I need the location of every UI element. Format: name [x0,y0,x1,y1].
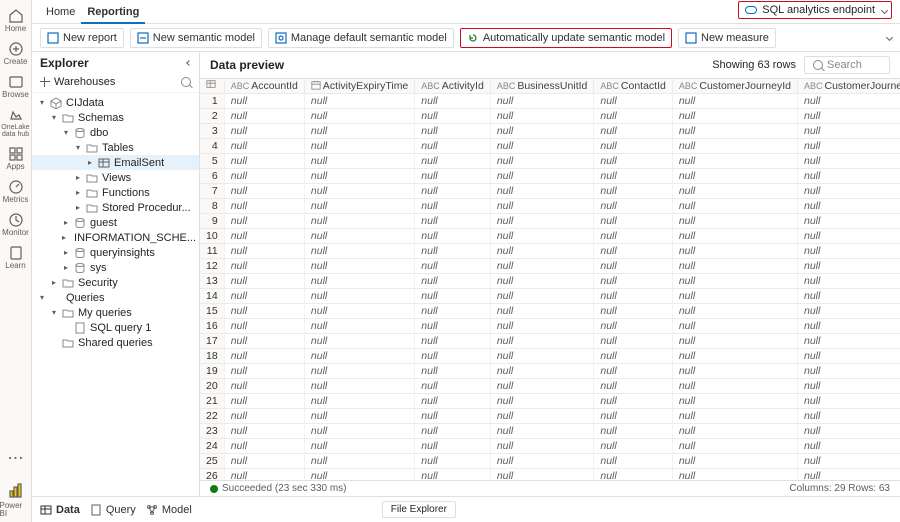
cloud-icon [745,6,757,14]
explorer-tree: ▾CIJdata ▾Schemas ▾dbo ▾Tables ▸EmailSen… [32,93,199,496]
tree-tables[interactable]: ▾Tables [32,140,199,155]
nav-browse[interactable]: Browse [0,70,32,103]
table-row[interactable]: 6nullnullnullnullnullnullnull [200,169,900,184]
explorer-title: Explorer [40,56,89,70]
tree-schemas[interactable]: ▾Schemas [32,110,199,125]
table-row[interactable]: 3nullnullnullnullnullnullnull [200,124,900,139]
table-row[interactable]: 17nullnullnullnullnullnullnull [200,334,900,349]
nav-onelake[interactable]: OneLake data hub [0,103,32,142]
table-row[interactable]: 15nullnullnullnullnullnullnull [200,304,900,319]
search-icon[interactable] [181,77,191,87]
column-header[interactable]: ABCActivityId [415,79,491,94]
data-preview: Data preview Showing 63 rows Search ABCA… [200,52,900,496]
tree-storedproc[interactable]: ▸Stored Procedur... [32,200,199,215]
table-row[interactable]: 12nullnullnullnullnullnullnull [200,259,900,274]
tree-queryinsights[interactable]: ▸queryinsights [32,245,199,260]
data-grid[interactable]: ABCAccountIdActivityExpiryTimeABCActivit… [200,79,900,480]
left-nav: Home Create Browse OneLake data hub Apps… [0,0,32,522]
tree-views[interactable]: ▸Views [32,170,199,185]
tree-infoschema[interactable]: ▸INFORMATION_SCHE... [32,230,199,245]
table-row[interactable]: 13nullnullnullnullnullnullnull [200,274,900,289]
success-icon [210,485,218,493]
nav-more[interactable]: ⋯ [8,451,24,467]
table-row[interactable]: 1nullnullnullnullnullnullnull [200,94,900,109]
table-row[interactable]: 16nullnullnullnullnullnullnull [200,319,900,334]
nav-powerbi[interactable]: Power BI [0,475,32,522]
table-row[interactable]: 9nullnullnullnullnullnullnull [200,214,900,229]
tree-cijdata[interactable]: ▾CIJdata [32,95,199,110]
column-header[interactable]: ActivityExpiryTime [304,79,414,94]
tree-sys[interactable]: ▸sys [32,260,199,275]
nav-monitor[interactable]: Monitor [0,208,32,241]
table-row[interactable]: 25nullnullnullnullnullnullnull [200,454,900,469]
nav-metrics[interactable]: Metrics [0,175,32,208]
search-input[interactable]: Search [804,56,890,74]
tree-emailsent[interactable]: ▸EmailSent [32,155,199,170]
table-row[interactable]: 10nullnullnullnullnullnullnull [200,229,900,244]
column-header[interactable]: ABCCustomerJourney [797,79,900,94]
table-row[interactable]: 22nullnullnullnullnullnullnull [200,409,900,424]
table-row[interactable]: 5nullnullnullnullnullnullnull [200,154,900,169]
nav-create[interactable]: Create [0,37,32,70]
preview-title: Data preview [210,58,284,72]
tree-myqueries[interactable]: ▾My queries [32,305,199,320]
table-row[interactable]: 18nullnullnullnullnullnullnull [200,349,900,364]
table-row[interactable]: 21nullnullnullnullnullnullnull [200,394,900,409]
tree-dbo[interactable]: ▾dbo [32,125,199,140]
nav-learn[interactable]: Learn [0,241,32,274]
column-header[interactable]: ABCContactId [594,79,672,94]
rows-label: Showing 63 rows [712,59,796,71]
new-semantic-model-button[interactable]: New semantic model [130,28,262,48]
tree-queries[interactable]: ▾Queries [32,290,199,305]
status-text: Succeeded (23 sec 330 ms) [222,483,347,494]
endpoint-label: SQL analytics endpoint [762,4,875,16]
top-tabs: Home Reporting SQL analytics endpoint [32,0,900,24]
warehouses-label: Warehouses [54,76,115,88]
table-row[interactable]: 19nullnullnullnullnullnullnull [200,364,900,379]
table-row[interactable]: 14nullnullnullnullnullnullnull [200,289,900,304]
manage-default-button[interactable]: Manage default semantic model [268,28,454,48]
footer-tab-model[interactable]: Model [146,504,192,516]
tree-guest[interactable]: ▸guest [32,215,199,230]
tab-reporting[interactable]: Reporting [81,0,145,24]
endpoint-dropdown[interactable]: SQL analytics endpoint [738,1,892,19]
file-explorer-button[interactable]: File Explorer [382,501,456,518]
toolbar: New report New semantic model Manage def… [32,24,900,52]
column-header[interactable]: ABCBusinessUnitId [490,79,594,94]
table-row[interactable]: 23nullnullnullnullnullnullnull [200,424,900,439]
table-row[interactable]: 4nullnullnullnullnullnullnull [200,139,900,154]
table-row[interactable]: 7nullnullnullnullnullnullnull [200,184,900,199]
collapse-explorer[interactable] [186,60,192,66]
tree-security[interactable]: ▸Security [32,275,199,290]
footer-tab-query[interactable]: Query [90,504,136,516]
new-measure-button[interactable]: New measure [678,28,776,48]
nav-home[interactable]: Home [0,4,32,37]
search-icon [813,60,823,70]
tree-sqlquery1[interactable]: SQL query 1 [32,320,199,335]
auto-update-button[interactable]: Automatically update semantic model [460,28,672,48]
footer-stats: Columns: 29 Rows: 63 [789,483,890,494]
table-row[interactable]: 24nullnullnullnullnullnullnull [200,439,900,454]
column-header[interactable]: ABCAccountId [224,79,304,94]
chevron-down-icon [881,6,888,13]
nav-apps[interactable]: Apps [0,142,32,175]
tree-sharedqueries[interactable]: Shared queries [32,335,199,350]
bottom-tabs: Data Query Model File Explorer [32,496,900,522]
table-row[interactable]: 11nullnullnullnullnullnullnull [200,244,900,259]
plus-icon [40,77,50,87]
table-row[interactable]: 2nullnullnullnullnullnullnull [200,109,900,124]
table-row[interactable]: 8nullnullnullnullnullnullnull [200,199,900,214]
footer-tab-data[interactable]: Data [40,504,80,516]
tab-home[interactable]: Home [40,0,81,24]
column-header[interactable]: ABCCustomerJourneyId [672,79,797,94]
tree-functions[interactable]: ▸Functions [32,185,199,200]
explorer-panel: Explorer Warehouses ▾CIJdata ▾Schemas ▾d… [32,52,200,496]
row-number-header [200,79,224,94]
table-row[interactable]: 20nullnullnullnullnullnullnull [200,379,900,394]
toolbar-more[interactable] [886,34,893,41]
new-report-button[interactable]: New report [40,28,124,48]
table-row[interactable]: 26nullnullnullnullnullnullnull [200,469,900,481]
